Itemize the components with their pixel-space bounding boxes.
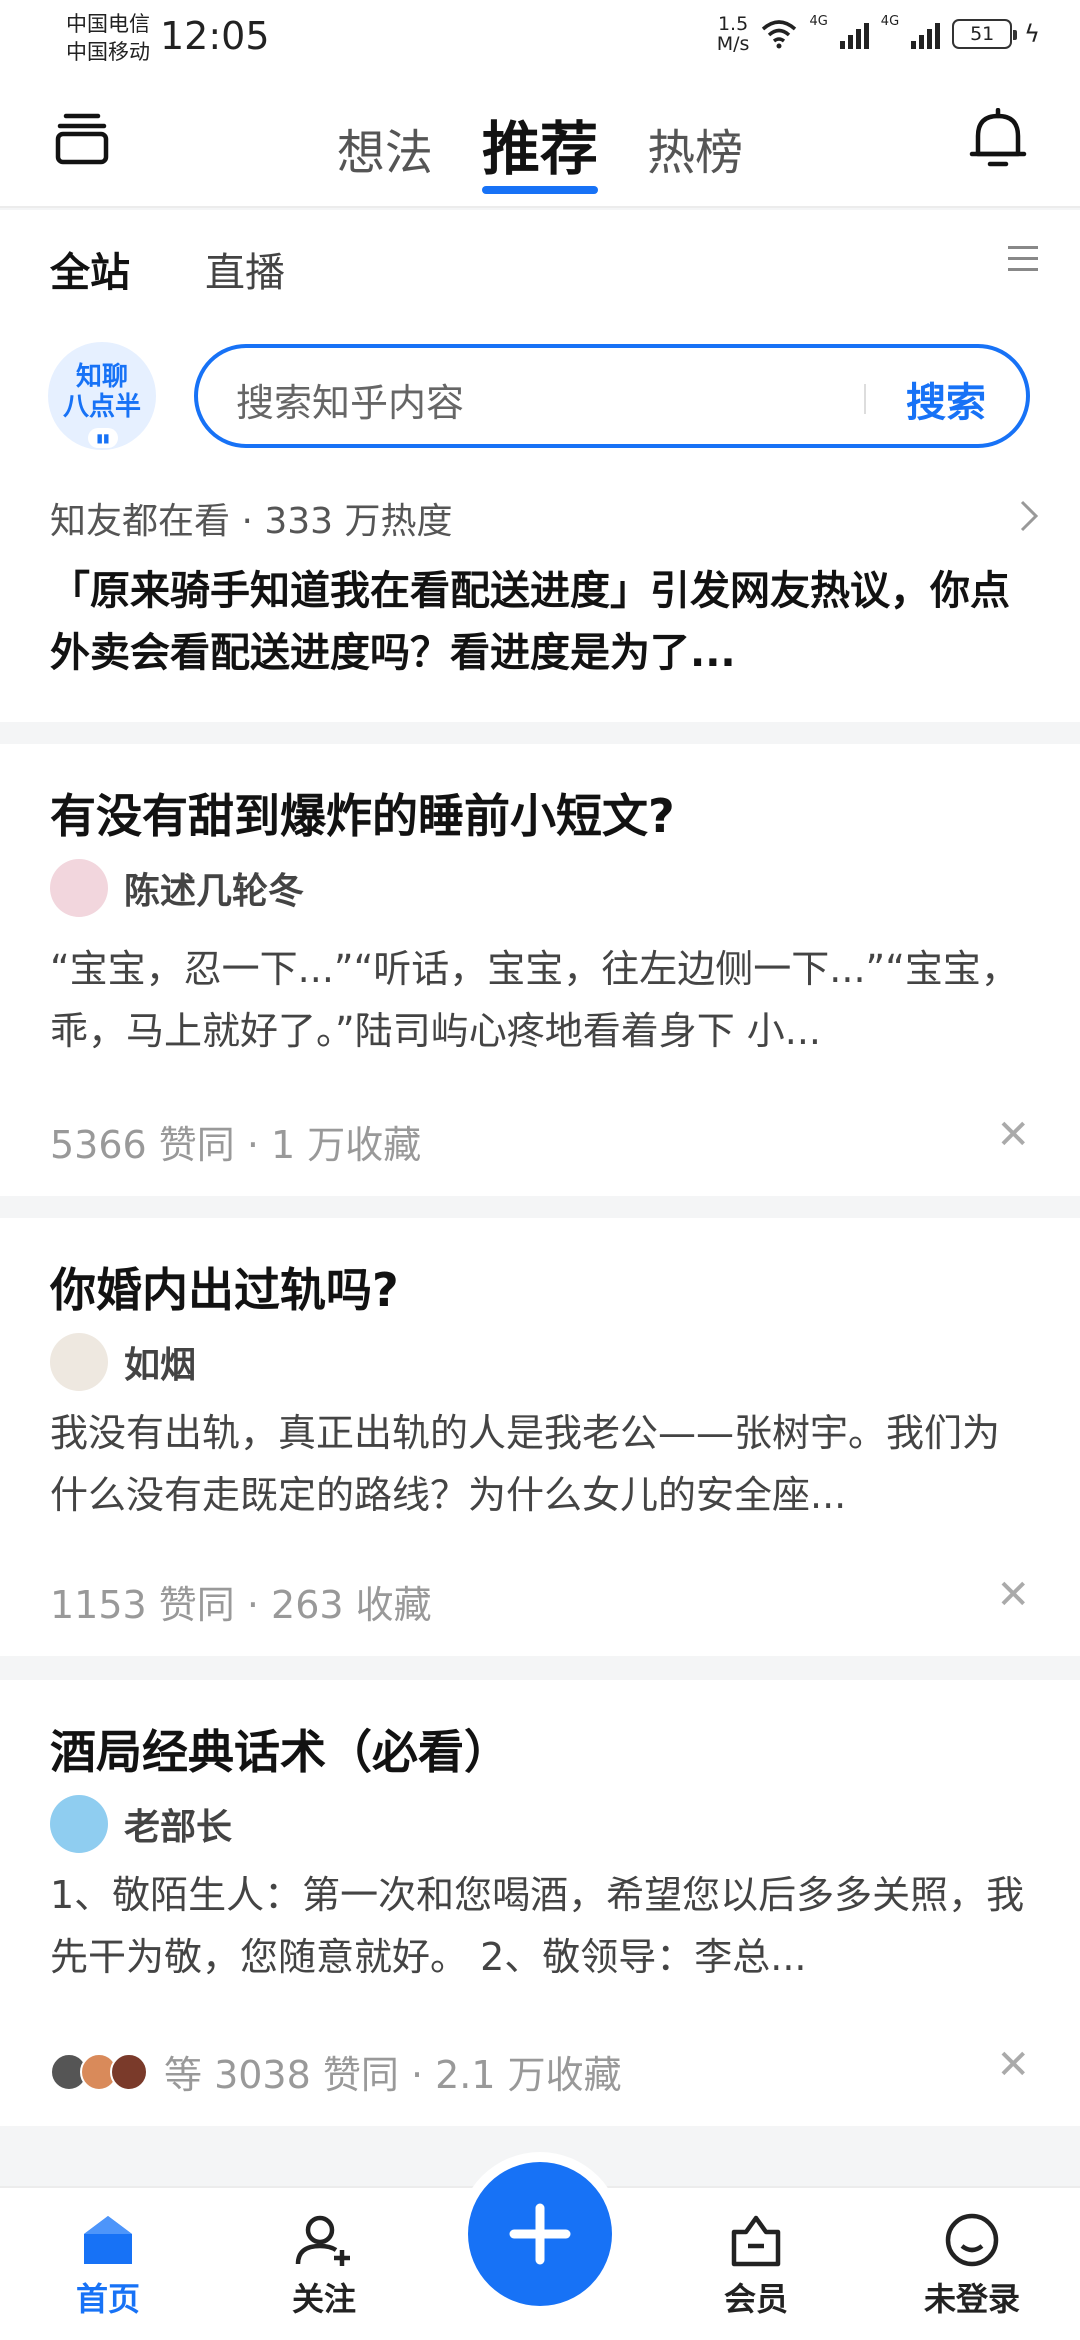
- channel-live[interactable]: 直播: [205, 240, 285, 298]
- signal-icon-1: [839, 19, 869, 49]
- card-title[interactable]: 有没有甜到爆炸的睡前小短文?: [50, 780, 675, 846]
- search-input[interactable]: 搜索知乎内容: [236, 372, 464, 427]
- close-icon[interactable]: ✕: [996, 1572, 1030, 1618]
- carrier-names: 中国电信 中国移动: [66, 10, 150, 66]
- signal-icon-2: [911, 19, 941, 49]
- author-row[interactable]: 陈述几轮冬: [50, 858, 304, 918]
- clock: 12:05: [160, 14, 270, 58]
- avatar[interactable]: [50, 859, 108, 917]
- avatar[interactable]: [50, 1795, 108, 1853]
- create-button[interactable]: [468, 2162, 612, 2306]
- card-excerpt[interactable]: “宝宝，忍一下...”“听话，宝宝，往左边侧一下...”“宝宝，乖，马上就好了。…: [50, 938, 1030, 1062]
- voter-avatars: [50, 2052, 148, 2091]
- battery-icon: 51: [952, 19, 1018, 49]
- vip-icon: [731, 2215, 781, 2267]
- channel-bar: 全站 直播: [0, 210, 1080, 320]
- bell-icon[interactable]: [968, 107, 1028, 172]
- charging-icon: ϟ: [1024, 20, 1040, 48]
- carrier-2: 中国移动: [66, 40, 150, 64]
- author-row[interactable]: 如烟: [50, 1332, 196, 1392]
- nav-profile[interactable]: 未登录: [892, 2188, 1052, 2340]
- chevron-right-icon[interactable]: [1018, 498, 1040, 543]
- avatar: [110, 2052, 148, 2091]
- status-indicators: 1.5 M/s 4G 4G 51 ϟ: [717, 14, 1040, 54]
- nav-follow[interactable]: 关注: [244, 2188, 404, 2340]
- author-name[interactable]: 如烟: [124, 1336, 196, 1388]
- card-stats: 等 3038 赞同 · 2.1 万收藏: [50, 2044, 622, 2099]
- search-section: 知聊 八点半 ▮▮ 搜索知乎内容 搜索 知友都在看 · 333 万热度 「原来骑…: [0, 320, 1080, 722]
- author-row[interactable]: 老部长: [50, 1794, 232, 1854]
- close-icon[interactable]: ✕: [996, 2042, 1030, 2088]
- feed-card[interactable]: 你婚内出过轨吗? 如烟 我没有出轨，真正出轨的人是我老公——张树宇。我们为什么没…: [0, 1218, 1080, 1656]
- battery-level: 51: [970, 23, 995, 45]
- hot-question-title[interactable]: 「原来骑手知道我在看配送进度」引发网友热议，你点外卖会看配送进度吗？看进度是为了…: [50, 560, 1030, 684]
- signal-tag-2: 4G: [880, 14, 900, 29]
- author-name[interactable]: 老部长: [124, 1798, 232, 1850]
- card-excerpt[interactable]: 1、敬陌生人：第一次和您喝酒，希望您以后多多关照，我先干为敬，您随意就好。 2、…: [50, 1864, 1030, 1988]
- feed-card[interactable]: 有没有甜到爆炸的睡前小短文? 陈述几轮冬 “宝宝，忍一下...”“听话，宝宝，往…: [0, 744, 1080, 1196]
- signal-tag-1: 4G: [809, 14, 828, 29]
- search-button[interactable]: 搜索: [906, 370, 986, 428]
- status-bar: 中国电信 中国移动 12:05 1.5 M/s 4G 4G 51 ϟ: [0, 0, 1080, 80]
- smile-icon: [945, 2213, 999, 2267]
- search-divider: [864, 384, 866, 414]
- card-stats: 5366 赞同 · 1 万收藏: [50, 1123, 422, 1167]
- bar-chart-icon: ▮▮: [88, 428, 118, 448]
- channel-list-icon[interactable]: [1008, 246, 1038, 276]
- feed-card[interactable]: 酒局经典话术（必看） 老部长 1、敬陌生人：第一次和您喝酒，希望您以后多多关照，…: [0, 1680, 1080, 2126]
- card-title[interactable]: 你婚内出过轨吗?: [50, 1254, 399, 1320]
- tab-hot-list[interactable]: 热榜: [647, 113, 743, 183]
- search-box[interactable]: 搜索知乎内容 搜索: [194, 344, 1030, 448]
- top-nav: 想法 推荐 热榜: [0, 80, 1080, 208]
- card-excerpt[interactable]: 我没有出轨，真正出轨的人是我老公——张树宇。我们为什么没有走既定的路线？为什么女…: [50, 1402, 1030, 1526]
- tab-recommend[interactable]: 推荐: [481, 102, 599, 194]
- home-icon: [84, 2216, 132, 2264]
- card-title[interactable]: 酒局经典话术（必看）: [50, 1716, 510, 1782]
- carrier-1: 中国电信: [66, 12, 150, 36]
- zhiliao-logo[interactable]: 知聊 八点半 ▮▮: [48, 342, 156, 450]
- author-name[interactable]: 陈述几轮冬: [124, 862, 304, 914]
- nav-home[interactable]: 首页: [28, 2188, 188, 2340]
- avatar[interactable]: [50, 1333, 108, 1391]
- top-tabs: 想法 推荐 热榜: [0, 102, 1080, 194]
- wifi-icon: [762, 20, 797, 49]
- tab-ideas[interactable]: 想法: [337, 113, 433, 183]
- nav-vip[interactable]: 会员: [676, 2188, 836, 2340]
- card-stats: 1153 赞同 · 263 收藏: [50, 1583, 432, 1627]
- channel-all[interactable]: 全站: [50, 240, 130, 298]
- plus-icon: [509, 2203, 571, 2265]
- hot-meta: 知友都在看 · 333 万热度: [50, 501, 453, 542]
- close-icon[interactable]: ✕: [996, 1112, 1030, 1158]
- add-user-icon: [295, 2215, 350, 2266]
- net-speed: 1.5 M/s: [716, 13, 750, 55]
